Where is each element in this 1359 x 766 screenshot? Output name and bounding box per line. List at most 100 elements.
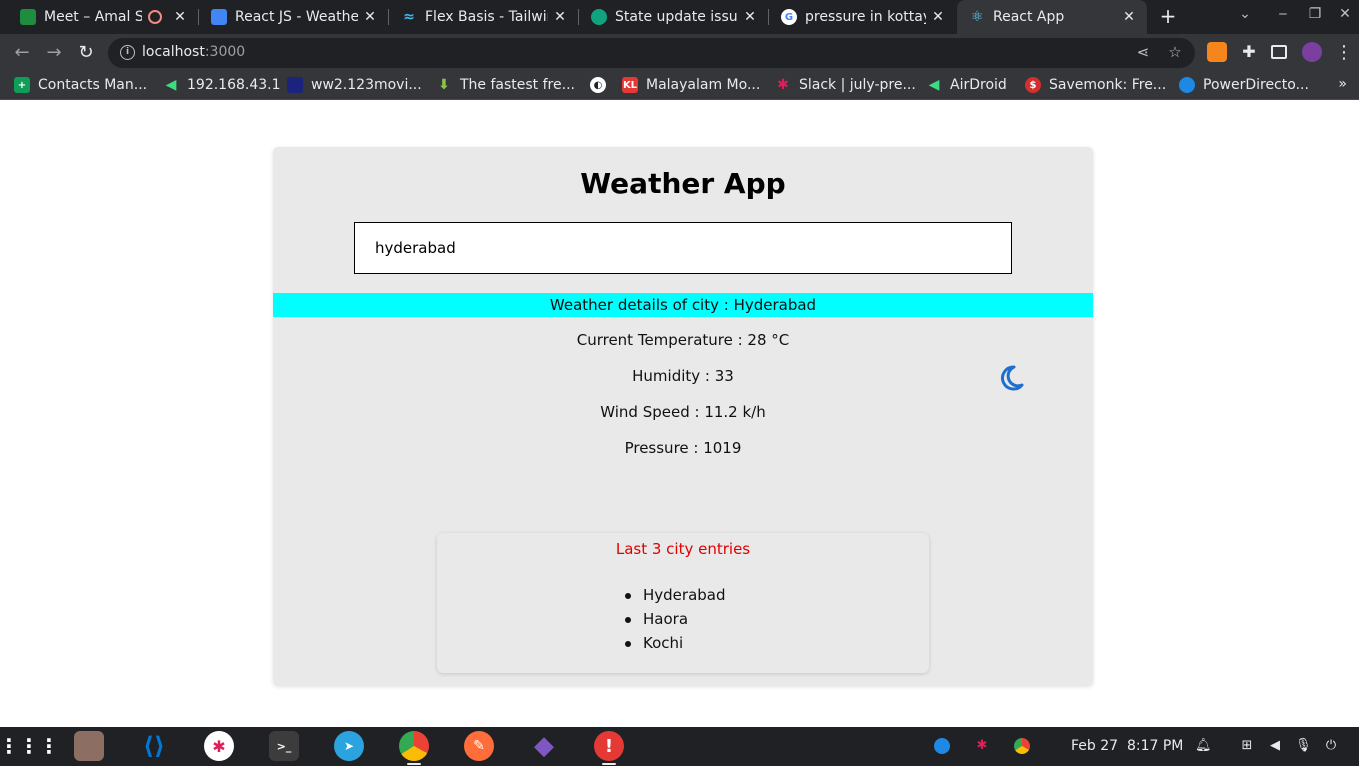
kdenlive-icon[interactable]: ◆: [529, 731, 559, 761]
side-panel-icon[interactable]: [1271, 45, 1287, 59]
taskbar-clock[interactable]: Feb 27 8:17 PM: [1071, 738, 1183, 754]
city-name: Haora: [643, 610, 689, 628]
tray-app-icon[interactable]: [934, 738, 950, 754]
bookmark-airdroid[interactable]: ◀ AirDroid: [926, 77, 1007, 93]
tab-title: State update issue: [615, 9, 738, 25]
reload-icon[interactable]: ↻: [74, 41, 98, 65]
city-search-input[interactable]: [354, 222, 1012, 274]
metamask-icon[interactable]: [1207, 42, 1227, 62]
network-icon[interactable]: ⊞: [1239, 738, 1255, 754]
menu-icon[interactable]: ⋮: [1332, 41, 1356, 65]
contacts-icon: +: [14, 77, 30, 93]
profile-avatar[interactable]: [1302, 42, 1322, 62]
postman-icon[interactable]: ✎: [464, 731, 494, 761]
minimize-icon[interactable]: ‒: [1271, 6, 1295, 22]
telegram-icon[interactable]: ➤: [334, 731, 364, 761]
tab-tailwind[interactable]: ≈ Flex Basis - Tailwin ✕: [389, 0, 578, 34]
chrome-icon[interactable]: [399, 731, 429, 761]
bookmark-globe[interactable]: ◐: [590, 77, 614, 93]
list-item: Hyderabad: [625, 583, 726, 607]
bookmark-label: ww2.123movi...: [311, 77, 422, 93]
app-grid-icon[interactable]: ⋮⋮⋮: [0, 731, 59, 761]
forward-icon[interactable]: →: [42, 41, 66, 65]
tab-react-app[interactable]: ⚛ React App ✕: [957, 0, 1147, 34]
weather-card: Weather App Weather details of city : Hy…: [273, 147, 1093, 686]
tab-react-weather[interactable]: React JS - Weather ✕: [199, 0, 388, 34]
bookmarks-bar: + Contacts Man... ◀ 192.168.43.1 ww2.123mo…: [0, 72, 1359, 100]
date-text: Feb 27: [1071, 738, 1119, 754]
moon-icon: [1001, 365, 1024, 391]
city-name: Kochi: [643, 634, 684, 652]
close-icon[interactable]: ✕: [362, 9, 378, 25]
files-icon[interactable]: [74, 731, 104, 761]
close-icon[interactable]: ✕: [1121, 9, 1137, 25]
tab-search-icon[interactable]: ⌄: [1233, 6, 1257, 22]
bookmark-fastest[interactable]: ⬇ The fastest fre...: [436, 77, 575, 93]
recent-cities-panel: Last 3 city entries Hyderabad Haora Koch…: [437, 533, 929, 673]
tailwind-icon: ≈: [403, 9, 415, 25]
browser-toolbar: ← → ↻ i localhost:3000 ⋖ ☆ ✚ ⋮: [0, 34, 1359, 72]
pressure-text: Pressure : 1019: [624, 439, 742, 457]
google-icon: G: [781, 9, 797, 25]
restore-icon[interactable]: ❐: [1303, 6, 1327, 22]
power-icon[interactable]: ⏻: [1323, 738, 1339, 754]
tray-slack-icon[interactable]: ✱: [974, 738, 990, 754]
close-icon[interactable]: ✕: [172, 9, 188, 25]
airdroid-icon: ◀: [165, 77, 177, 93]
time-text: 8:17 PM: [1126, 738, 1184, 754]
download-icon: ⬇: [438, 77, 450, 93]
react-icon: ⚛: [970, 9, 984, 25]
extensions-icon[interactable]: ✚: [1239, 42, 1259, 62]
bookmark-router[interactable]: ◀ 192.168.43.1: [163, 77, 281, 93]
bookmark-label: Slack | july-pre...: [799, 77, 916, 93]
bookmark-label: 192.168.43.1: [187, 77, 281, 93]
bookmark-star-icon[interactable]: ☆: [1165, 43, 1185, 61]
bookmark-powerdirector[interactable]: PowerDirecto...: [1179, 77, 1309, 93]
tab-title: Flex Basis - Tailwin: [425, 9, 548, 25]
close-icon[interactable]: ✕: [930, 9, 946, 25]
url-text[interactable]: localhost:3000: [142, 44, 245, 60]
bookmark-label: The fastest fre...: [460, 77, 575, 93]
close-icon[interactable]: ✕: [552, 9, 568, 25]
tray-chrome-icon[interactable]: [1014, 738, 1030, 754]
share-icon[interactable]: ⋖: [1133, 43, 1153, 61]
microphone-icon[interactable]: 🎙︎: [1295, 738, 1312, 754]
bullet-icon: [625, 641, 631, 647]
volume-icon[interactable]: ◀︎: [1267, 738, 1283, 754]
temperature-text: Current Temperature : 28 °C: [576, 331, 790, 349]
tab-meet[interactable]: Meet – Amal S | ✕: [8, 0, 198, 34]
recent-cities-title: Last 3 city entries: [615, 540, 751, 558]
movies-icon: [287, 77, 303, 93]
globe-icon: ◐: [590, 77, 606, 93]
bookmark-contacts[interactable]: + Contacts Man...: [14, 77, 147, 93]
notifications-icon[interactable]: 🔔︎: [1195, 738, 1212, 754]
alert-app-icon[interactable]: !: [594, 731, 624, 761]
close-window-icon[interactable]: ✕: [1333, 6, 1357, 22]
tab-chatgpt[interactable]: State update issue ✕: [579, 0, 768, 34]
wind-speed-text: Wind Speed : 11.2 k/h: [600, 403, 766, 421]
vscode-icon[interactable]: ⟨⟩: [139, 731, 169, 761]
new-tab-button[interactable]: +: [1157, 5, 1179, 27]
close-icon[interactable]: ✕: [742, 9, 758, 25]
savemonk-icon: $: [1025, 77, 1041, 93]
recent-cities-list: Hyderabad Haora Kochi: [625, 583, 726, 655]
tab-google-search[interactable]: G pressure in kottay ✕: [769, 0, 956, 34]
bookmark-label: Savemonk: Fre...: [1049, 77, 1167, 93]
tab-title: React App: [993, 9, 1065, 25]
address-bar[interactable]: i localhost:3000 ⋖ ☆: [108, 38, 1195, 68]
slack-icon[interactable]: ✱: [204, 731, 234, 761]
bookmark-savemonk[interactable]: $ Savemonk: Fre...: [1025, 77, 1166, 93]
bookmarks-overflow-button[interactable]: »: [1338, 76, 1347, 92]
tab-title: React JS - Weather: [235, 9, 358, 25]
os-taskbar: ⋮⋮⋮ ⟨⟩ ✱ >_ ➤ ✎ ◆ ! ✱ Feb 27 8:17 PM 🔔︎ …: [0, 727, 1359, 766]
recording-icon: [148, 10, 162, 24]
bookmark-123movies[interactable]: ww2.123movi...: [287, 77, 422, 93]
bullet-icon: [625, 617, 631, 623]
site-info-icon[interactable]: i: [120, 45, 135, 60]
bookmark-malayalam[interactable]: KL Malayalam Mo...: [622, 77, 760, 93]
terminal-icon[interactable]: >_: [269, 731, 299, 761]
bookmark-slack[interactable]: ✱ Slack | july-pre...: [775, 77, 916, 93]
docs-icon: [211, 9, 227, 25]
back-icon[interactable]: ←: [10, 41, 34, 65]
powerdirector-icon: [1179, 77, 1195, 93]
